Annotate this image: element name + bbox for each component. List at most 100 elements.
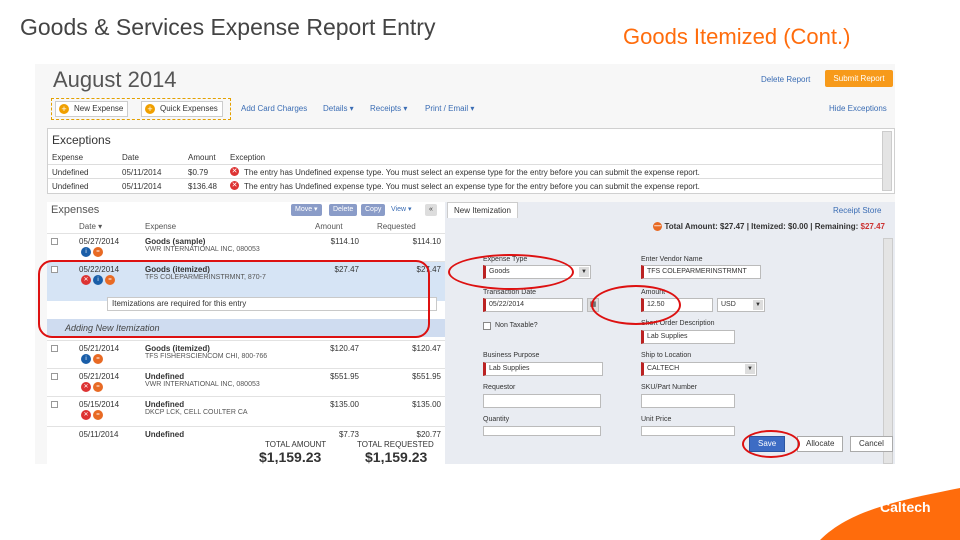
vendor-label: Enter Vendor Name [641,256,703,263]
exception-date: 05/11/2014 [122,182,162,191]
sku-input[interactable] [641,394,735,408]
quantity-input[interactable] [483,426,601,436]
plus-icon: + [59,104,69,114]
expenses-title: Expenses [51,204,100,216]
exceptions-scrollbar[interactable] [882,131,892,191]
cancel-button[interactable]: Cancel [850,436,893,452]
error-icon: ✕ [81,410,91,420]
expense-type: Goods (sample) [145,237,206,246]
row-checkbox[interactable] [51,345,58,352]
business-purpose-input[interactable]: Lab Supplies [483,362,603,376]
non-taxable-label: Non Taxable? [495,322,538,329]
expense-vendor: DKCP LCK, CELL COULTER CA [145,409,248,416]
unit-price-input[interactable] [641,426,735,436]
business-purpose-label: Business Purpose [483,352,540,359]
exceptions-panel: Exceptions Expense Date Amount Exception… [47,128,895,194]
expense-row[interactable]: 05/15/2014 Undefined DKCP LCK, CELL COUL… [47,396,447,426]
ship-to-select[interactable]: CALTECH ▼ [641,362,757,376]
transaction-date-input[interactable]: 05/22/2014 [483,298,583,312]
error-icon: — [653,222,663,232]
total-requested-value: $1,159.23 [365,449,428,464]
exception-expense: Undefined [52,182,89,191]
exceptions-col-date: Date [122,153,139,162]
quick-expenses-label: Quick Expenses [160,104,218,113]
collapse-button[interactable]: « [425,204,437,216]
transaction-date-label: Transaction Date [483,289,537,296]
row-checkbox[interactable] [51,238,58,245]
currency-select[interactable]: USD ▼ [717,298,765,312]
receipt-store-link[interactable]: Receipt Store [833,206,881,215]
new-itemization-form: New Itemization Receipt Store — Total Am… [445,202,895,464]
annotation-save [742,430,800,458]
expense-requested: $551.95 [412,372,441,381]
delete-report-link[interactable]: Delete Report [761,75,810,84]
expenses-col-date[interactable]: Date ▾ [79,222,102,231]
non-taxable-checkbox[interactable] [483,322,491,330]
expense-date: 05/27/2014 [79,237,120,246]
exception-expense: Undefined [52,168,89,177]
expense-amount: $135.00 [330,400,359,409]
short-description-input[interactable]: Lab Supplies [641,330,735,344]
submit-report-button[interactable]: Submit Report [825,70,893,87]
requestor-input[interactable] [483,394,601,408]
exception-amount: $0.79 [188,168,209,177]
chevron-down-icon: ▼ [579,267,589,277]
expense-type: Undefined [145,372,185,381]
error-icon: ✕ [230,167,239,177]
expense-requested: $135.00 [412,400,441,409]
expense-date: 05/21/2014 [79,344,120,353]
exception-amount: $136.48 [188,182,217,191]
expense-row[interactable]: 05/27/2014 Goods (sample) VWR INTERNATIO… [47,233,447,261]
receipt-icon: i [81,354,91,364]
itemized-icon: = [93,354,103,364]
annotation-amount [591,285,681,325]
itemized-icon: = [93,410,103,420]
vendor-input[interactable]: TFS COLEPARMERINSTRMNT [641,265,761,279]
tab-new-itemization[interactable]: New Itemization [447,202,518,218]
view-menu[interactable]: View ▾ [387,204,416,216]
remaining-amount: $27.47 [860,222,885,231]
expense-row[interactable]: 05/21/2014 Goods (itemized) TFS FISHERSC… [47,340,447,368]
chevron-down-icon: ▼ [745,364,755,374]
expense-amount: $114.10 [330,237,359,246]
row-checkbox[interactable] [51,373,58,380]
total-amount-label: TOTAL AMOUNT [265,440,327,449]
slide-title: Goods & Services Expense Report Entry [20,14,436,40]
expense-row[interactable]: 05/11/2014 Undefined $7.73 $20.77 [47,426,447,438]
add-card-charges-link[interactable]: Add Card Charges [241,104,307,113]
report-month-title: August 2014 [53,67,177,92]
expense-type: Undefined [145,430,185,438]
unit-price-label: Unit Price [641,416,672,423]
expense-requested: $114.10 [412,237,441,246]
expense-date: 05/11/2014 [79,430,119,438]
annotation-expense-type [448,254,574,290]
chevron-down-icon: ▼ [753,300,763,310]
quick-expenses-button[interactable]: + Quick Expenses [141,101,223,117]
copy-button[interactable]: Copy [361,204,386,216]
expense-amount: $7.73 [338,430,359,438]
expense-amount: $120.47 [330,344,359,353]
receipts-menu[interactable]: Receipts ▾ [370,104,407,113]
exception-row: Undefined 05/11/2014 $136.48 ✕ The entry… [48,178,882,192]
allocate-button[interactable]: Allocate [797,436,844,452]
hide-exceptions-link[interactable]: Hide Exceptions [829,104,887,113]
sku-label: SKU/Part Number [641,384,698,391]
expense-row[interactable]: 05/21/2014 Undefined VWR INTERNATIONAL I… [47,368,447,396]
expense-requested: $20.77 [416,430,441,438]
print-email-menu[interactable]: Print / Email ▾ [425,104,474,113]
form-scrollbar[interactable] [883,238,893,464]
expense-amount: $551.95 [330,372,359,381]
row-checkbox[interactable] [51,401,58,408]
new-expense-button[interactable]: + New Expense [55,101,129,117]
new-expense-label: New Expense [74,104,124,113]
expense-requested: $120.47 [412,344,441,353]
move-button[interactable]: Move ▾ [291,204,322,216]
details-menu[interactable]: Details ▾ [323,104,354,113]
requestor-label: Requestor [483,384,516,391]
plus-icon: + [145,104,155,114]
expenses-col-expense: Expense [145,222,177,231]
exceptions-col-amount: Amount [188,153,216,162]
delete-button[interactable]: Delete [329,204,358,216]
exception-message: The entry has Undefined expense type. Yo… [244,168,700,177]
exceptions-col-expense: Expense [52,153,84,162]
